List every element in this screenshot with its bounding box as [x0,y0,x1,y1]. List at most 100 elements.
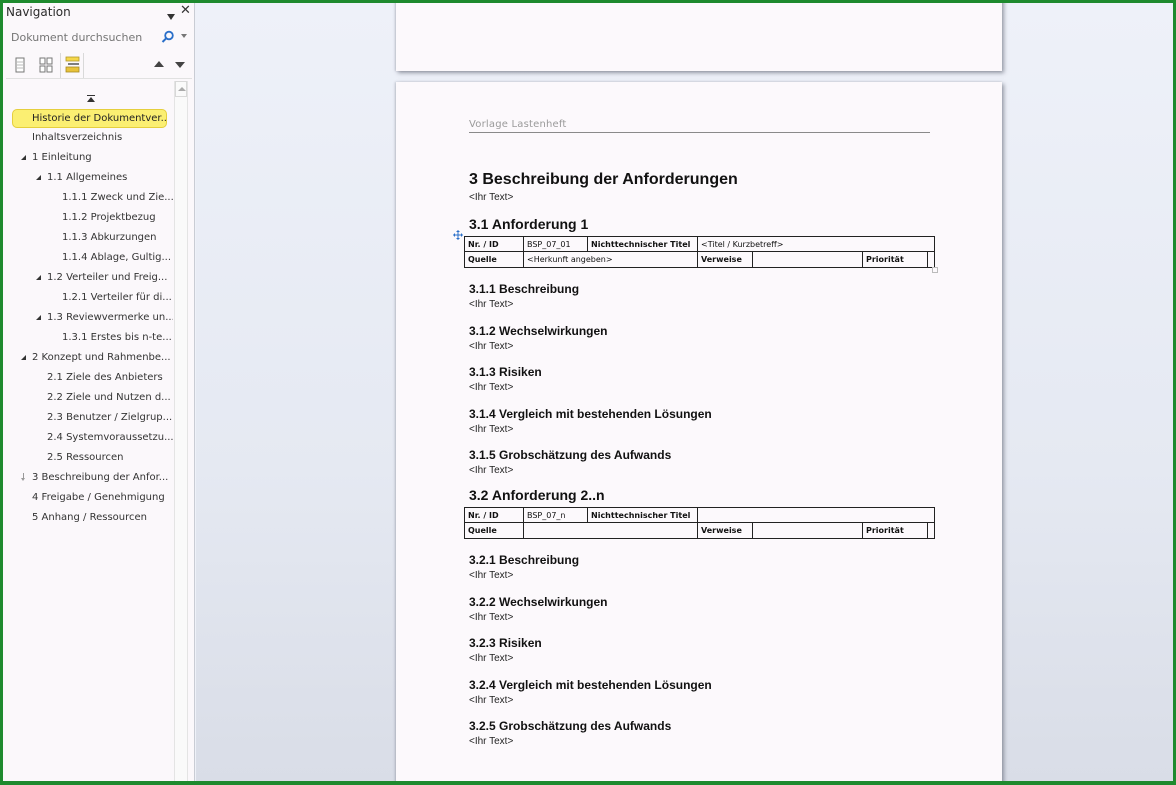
previous-heading-button[interactable] [154,61,164,67]
tree-item-label: 1.2 Verteiler und Freig... [47,272,168,283]
page-header: Vorlage Lastenheft [469,119,930,133]
title-value[interactable]: <Titel / Kurzbetreff> [696,236,936,252]
tree-item[interactable]: 1.3.1 Erstes bis n-te... [3,328,173,348]
subsection-heading: 3.1.3 Risiken [469,365,542,380]
navigation-scrollbar[interactable] [174,81,188,781]
search-options-chevron-icon[interactable] [181,34,187,38]
collapse-triangle-icon[interactable] [21,155,26,160]
collapse-triangle-icon[interactable] [36,175,41,180]
priority-cell: Priorität [861,522,936,539]
search-input[interactable] [6,26,156,48]
close-icon[interactable]: ✕ [180,4,191,18]
table-row: Quelle <Herkunft angeben> Verweise Prior… [464,251,936,268]
requirement-heading: 3.2 Anforderung 2..n [469,487,605,503]
subsection-text: <Ihr Text> [469,340,514,352]
tree-item[interactable]: 2.5 Ressourcen [3,448,173,468]
tree-item[interactable]: 1.3 Reviewvermerke un... [3,308,173,328]
title-value[interactable] [696,507,936,523]
navigation-title: Navigation [6,5,71,19]
source-value[interactable]: <Herkunft angeben> [523,251,698,268]
page-icon [15,57,25,73]
search-icon[interactable] [161,29,175,43]
tree-item-label: 2.2 Ziele und Nutzen d... [47,392,171,403]
tab-results-view[interactable] [60,53,84,78]
navigation-pane: Navigation ✕ Dokument durchsuchen Histor… [3,3,195,781]
collapse-triangle-icon[interactable] [36,315,41,320]
table-row: Nr. / ID BSP_07_n Nichttechnischer Titel [464,507,936,523]
tree-item[interactable]: Inhaltsverzeichnis [3,128,173,148]
tree-item[interactable]: 2.1 Ziele des Anbieters [3,368,173,388]
source-value[interactable] [523,522,698,539]
refs-value[interactable] [752,251,863,268]
table-move-handle-icon[interactable] [453,225,463,240]
tree-item[interactable]: 2.4 Systemvoraussetzu... [3,428,173,448]
scroll-up-button[interactable] [175,81,187,97]
collapse-triangle-icon[interactable] [21,355,26,360]
tree-item[interactable]: 3 Beschreibung der Anfor... [3,468,173,488]
subsection-text: <Ihr Text> [469,299,514,310]
refs-label: Verweise [697,251,753,268]
tree-item-label: 3 Beschreibung der Anfor... [32,472,169,483]
previous-page [396,3,1002,71]
source-label: Quelle [464,522,524,539]
tree-item-label: 2.4 Systemvoraussetzu... [47,432,173,443]
word-window: Navigation ✕ Dokument durchsuchen Histor… [3,3,1173,781]
view-tabs [6,53,192,79]
source-value-text: <Herkunft angeben> [527,255,613,264]
subsection-heading: 3.2.2 Wechselwirkungen [469,594,608,609]
tree-item[interactable]: 1.1.4 Ablage, Gultig... [3,248,173,268]
priority-value[interactable] [927,524,934,538]
tree-item[interactable]: 4 Freigabe / Genehmigung [3,488,173,508]
tree-item-label: 2 Konzept und Rahmenbe... [32,352,171,363]
tree-item[interactable]: 2.2 Ziele und Nutzen d... [3,388,173,408]
expand-arrow-icon[interactable] [21,473,27,481]
collapse-all-icon[interactable] [87,95,95,103]
tree-item-label: 1.1 Allgemeines [47,172,128,183]
pane-options-icon[interactable] [166,7,176,20]
tree-item[interactable]: 5 Anhang / Ressourcen [3,508,173,528]
subsection-text: <Ihr Text> [469,736,514,748]
priority-value[interactable] [927,253,934,267]
subsection-text: <Ihr Text> [469,382,514,394]
subsection-text: <Ihr Text> [469,611,514,623]
subsection-text: <Ihr Text> [469,570,514,581]
tree-item-label: Historie der Dokumentver... [32,113,167,124]
tree-item[interactable]: 1.2.1 Verteiler für di... [3,288,173,308]
id-value[interactable]: BSP_07_01 [523,236,588,252]
divider [6,78,192,79]
tree-item[interactable]: 1 Einleitung [3,148,173,168]
tree-item[interactable]: 1.2 Verteiler und Freig... [3,268,173,288]
tree-item[interactable]: 1.1.2 Projektbezug [3,208,173,228]
table-row: Nr. / ID BSP_07_01 Nichttechnischer Tite… [464,236,936,252]
subsection-heading: 3.1.2 Wechselwirkungen [469,323,608,338]
tree-item-label: 1.3 Reviewvermerke un... [47,312,173,323]
subsection-heading: 3.2.4 Vergleich mit bestehenden Lösungen [469,677,712,692]
refs-label: Verweise [697,522,753,539]
tree-item[interactable]: Historie der Dokumentver... [12,109,167,128]
refs-value[interactable] [752,522,863,539]
tree-item[interactable]: 1.1.1 Zweck und Zie... [3,188,173,208]
tree-item-label: 1 Einleitung [32,152,92,163]
subsection-heading: 3.2.5 Grobschätzung des Aufwands [469,719,672,734]
document-area[interactable]: Vorlage Lastenheft 3 Beschreibung der An… [196,3,1173,781]
collapse-triangle-icon[interactable] [36,275,41,280]
tree-item[interactable]: 2 Konzept und Rahmenbe... [3,348,173,368]
subsection-heading: 3.2.1 Beschreibung [469,553,580,567]
navigation-header: Navigation ✕ [6,4,192,22]
next-heading-button[interactable] [175,62,185,68]
tree-item-label: 5 Anhang / Ressourcen [32,512,148,523]
table-resize-handle[interactable] [932,267,938,273]
document-page[interactable]: Vorlage Lastenheft 3 Beschreibung der An… [396,82,1002,781]
tree-item-label: 2.3 Benutzer / Zielgrup... [47,412,173,423]
thumbnails-icon [39,57,53,73]
id-value[interactable]: BSP_07_n [523,507,588,523]
tree-item[interactable]: 2.3 Benutzer / Zielgrup... [3,408,173,428]
tree-item-label: 1.2.1 Verteiler für di... [62,292,172,303]
tab-headings-view[interactable] [8,53,32,78]
search-box[interactable] [6,26,192,48]
tree-item[interactable]: 1.1.3 Abkurzungen [3,228,173,248]
tab-pages-view[interactable] [34,53,58,78]
priority-label: Priorität [863,252,928,267]
tree-item[interactable]: 1.1 Allgemeines [3,168,173,188]
tree-item-label: 1.1.2 Projektbezug [62,212,156,223]
